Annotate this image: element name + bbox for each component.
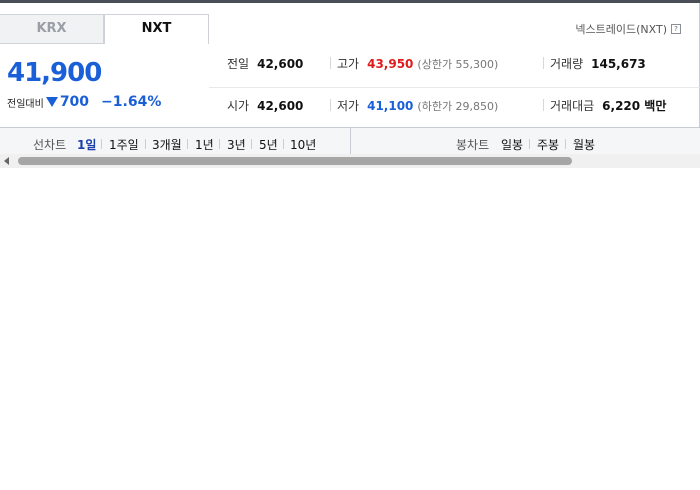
period-1d[interactable]: 1일 (77, 136, 96, 153)
quote-panel: KRX NXT 넥스트레이드(NXT) ? 41,900 전일대비 700 −1… (0, 3, 700, 127)
stat-separator (330, 99, 331, 111)
period-5y[interactable]: 5년 (259, 136, 278, 153)
stat-value: 41,100 (367, 99, 414, 113)
period-1y[interactable]: 1년 (195, 136, 214, 153)
period-10y[interactable]: 10년 (290, 136, 316, 153)
period-1w[interactable]: 1주일 (109, 136, 139, 153)
market-title: 넥스트레이드(NXT) ? (575, 21, 681, 37)
period-separator (101, 139, 102, 149)
stat-value: 42,600 (257, 99, 304, 113)
period-3y[interactable]: 3년 (227, 136, 246, 153)
change-percent: −1.64% (101, 94, 162, 110)
stat-volume: 거래량 145,673 (550, 55, 646, 72)
down-triangle-icon (45, 97, 58, 107)
change-amount: 700 (59, 94, 90, 110)
line-chart-label: 선차트 (33, 138, 67, 152)
stat-label: 시가 (227, 99, 250, 113)
help-icon[interactable]: ? (671, 24, 681, 34)
stat-label: 고가 (337, 57, 360, 71)
candle-separator (565, 139, 566, 149)
horizontal-scrollbar[interactable] (0, 154, 700, 168)
price-change: 전일대비 700 −1.64% (7, 94, 161, 110)
stat-low: 저가 41,100 (하한가 29,850) (337, 97, 498, 114)
tab-nxt[interactable]: NXT (104, 14, 209, 44)
stat-separator (543, 57, 544, 69)
period-separator (219, 139, 220, 149)
lower-limit: (하한가 29,850) (417, 100, 499, 113)
period-separator (283, 139, 284, 149)
scroll-left-arrow-icon[interactable] (4, 157, 9, 165)
stat-label: 저가 (337, 99, 360, 113)
candle-separator (529, 139, 530, 149)
stat-separator (330, 57, 331, 69)
stat-high: 고가 43,950 (상한가 55,300) (337, 55, 498, 72)
tab-krx[interactable]: KRX (0, 14, 104, 44)
stat-separator (543, 99, 544, 111)
stat-open: 시가 42,600 (227, 97, 303, 114)
stat-prev-close: 전일 42,600 (227, 55, 303, 72)
chart-controls: 선차트 1일 1주일 3개월 1년 3년 5년 10년 봉차트 일봉 주봉 월봉 (0, 127, 700, 155)
stat-label: 거래대금 (550, 99, 595, 113)
upper-limit: (상한가 55,300) (417, 58, 499, 71)
stat-value: 6,220 백만 (602, 99, 667, 113)
period-separator (251, 139, 252, 149)
candle-daily[interactable]: 일봉 (501, 136, 523, 153)
candle-weekly[interactable]: 주봉 (537, 136, 559, 153)
candle-monthly[interactable]: 월봉 (573, 136, 595, 153)
current-price: 41,900 (7, 58, 102, 88)
period-separator (187, 139, 188, 149)
stat-label: 전일 (227, 57, 250, 71)
stat-value: 145,673 (591, 57, 646, 71)
market-title-text: 넥스트레이드(NXT) (575, 23, 667, 36)
change-label: 전일대비 (7, 98, 44, 110)
stat-amount: 거래대금 6,220 백만 (550, 97, 666, 114)
stat-value: 42,600 (257, 57, 304, 71)
stat-label: 거래량 (550, 57, 584, 71)
scroll-thumb[interactable] (18, 157, 572, 165)
candle-chart-label: 봉차트 (456, 138, 490, 152)
controls-divider (350, 128, 351, 155)
stats-divider (209, 87, 700, 88)
period-3m[interactable]: 3개월 (152, 136, 182, 153)
stat-value: 43,950 (367, 57, 414, 71)
period-separator (145, 139, 146, 149)
